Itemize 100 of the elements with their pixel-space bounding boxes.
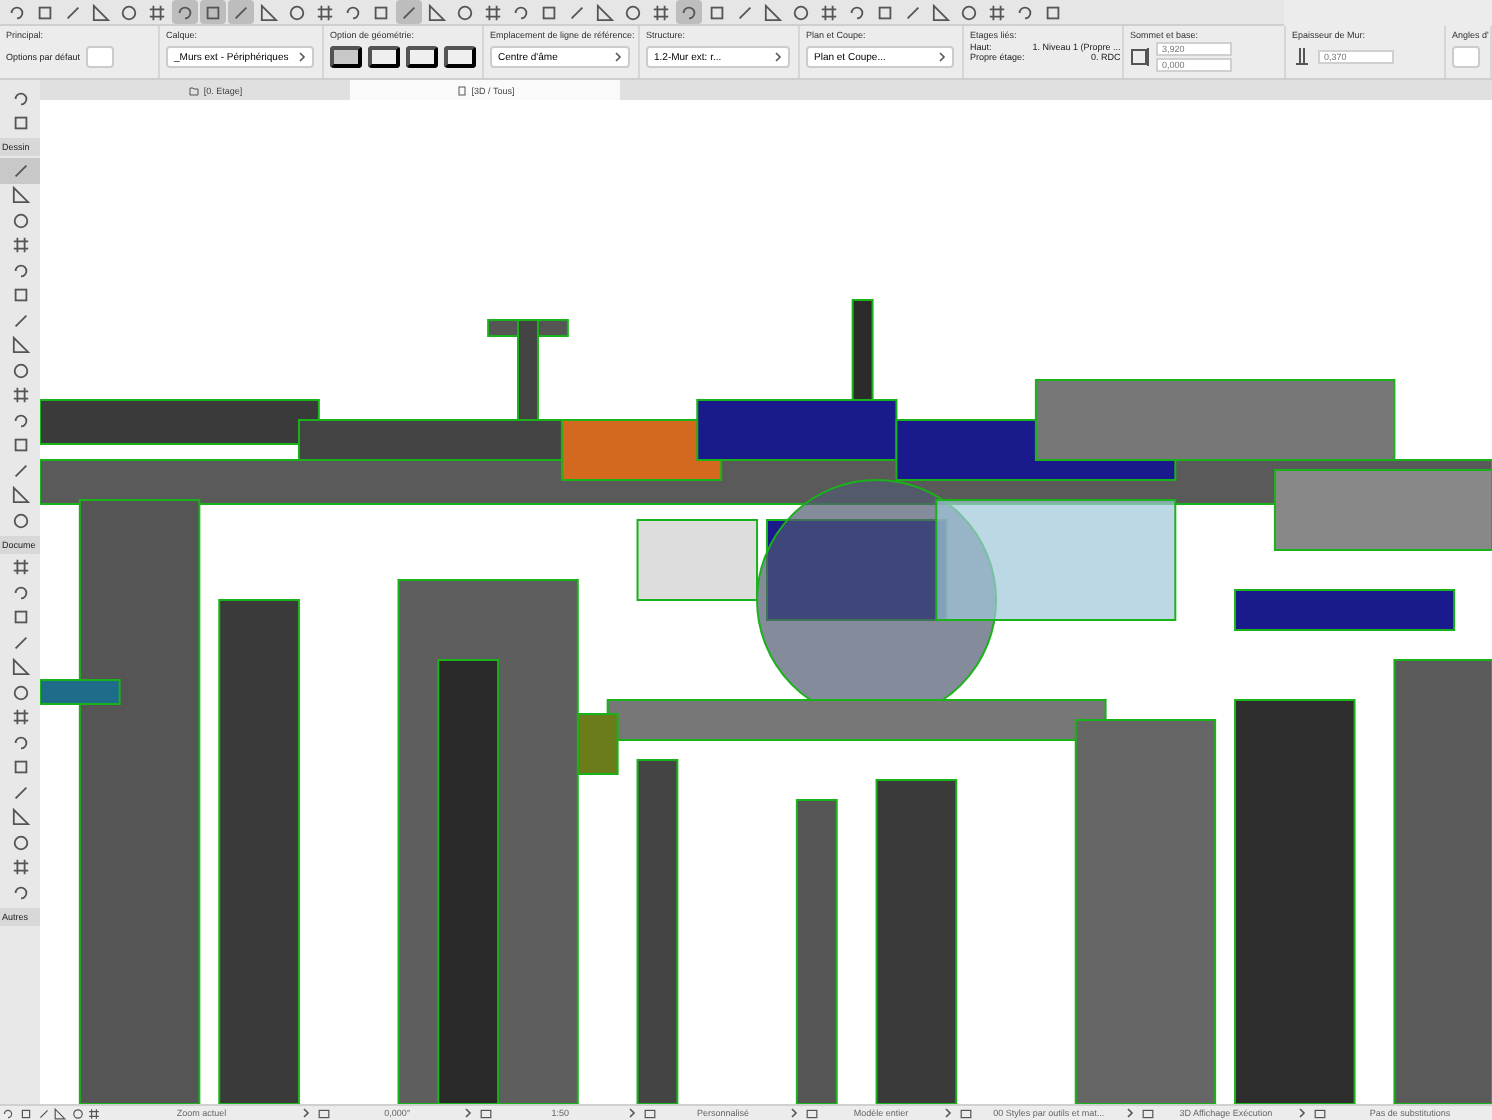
chevron-icon (627, 1108, 636, 1118)
grid-icon (988, 3, 1006, 21)
square-icon (372, 3, 390, 21)
geometry-option-button[interactable] (406, 46, 438, 68)
chevron-icon (774, 52, 782, 62)
grid-icon (11, 386, 29, 405)
line-icon (11, 161, 29, 180)
toolbar-button[interactable] (312, 0, 338, 24)
toolbar-button[interactable] (256, 0, 282, 24)
triangle-icon (932, 3, 950, 21)
toolbar-button[interactable] (676, 0, 702, 24)
toolbar-button[interactable] (396, 0, 422, 24)
triangle-icon (11, 486, 29, 505)
square-icon (1044, 3, 1062, 21)
toolbar-button[interactable] (620, 0, 646, 24)
toolbar-button[interactable] (816, 0, 842, 24)
status-icon (643, 1107, 656, 1119)
undo-button[interactable] (0, 1106, 18, 1120)
toolbar-button[interactable] (200, 0, 226, 24)
chevron-icon (790, 1108, 799, 1118)
triangle-icon (596, 3, 614, 21)
geometry-option-button[interactable] (444, 46, 476, 68)
toolbar-button[interactable] (760, 0, 786, 24)
circle-icon (792, 3, 810, 21)
triangle-icon (260, 3, 278, 21)
line-icon (232, 3, 250, 21)
grid-icon (652, 3, 670, 21)
status-icon (317, 1107, 330, 1119)
line-icon (568, 3, 586, 21)
circle-icon (624, 3, 642, 21)
circle-icon (11, 683, 29, 702)
chevron-icon (298, 52, 306, 62)
circle-icon (288, 3, 306, 21)
circle-icon (11, 833, 29, 852)
toolbar-button[interactable] (928, 0, 954, 24)
grid-icon (11, 558, 29, 577)
circle-icon (120, 3, 138, 21)
geometry-option-button[interactable] (330, 46, 362, 68)
status-icon (1314, 1107, 1327, 1119)
chevron-icon (1125, 1108, 1134, 1118)
triangle-icon (11, 336, 29, 355)
circle-icon (960, 3, 978, 21)
grid-icon (316, 3, 334, 21)
chevron-icon (301, 1108, 310, 1118)
chevron-icon (464, 1108, 473, 1118)
undo-icon (2, 1107, 15, 1119)
status-icon (959, 1107, 972, 1119)
triangle-icon (428, 3, 446, 21)
toolbar-button[interactable] (284, 0, 310, 24)
toolbar-button[interactable] (956, 0, 982, 24)
line-icon (11, 633, 29, 652)
square-icon (36, 3, 54, 21)
circle-icon (456, 3, 474, 21)
grid-icon (11, 236, 29, 255)
wall-thickness-icon (1292, 46, 1312, 66)
triangle-icon (11, 658, 29, 677)
grid-icon (820, 3, 838, 21)
chevron-icon (943, 1108, 952, 1118)
toolbar-button[interactable] (424, 0, 450, 24)
circle-icon (11, 211, 29, 230)
toolbar-button[interactable] (452, 0, 478, 24)
square-icon (204, 3, 222, 21)
square-icon (540, 3, 558, 21)
line-icon (11, 311, 29, 330)
triangle-icon (11, 808, 29, 827)
grid-icon (484, 3, 502, 21)
toolbar-button[interactable] (592, 0, 618, 24)
toolbar-button[interactable] (144, 0, 170, 24)
line-icon (11, 461, 29, 480)
square-icon (11, 436, 29, 455)
toolbar-button[interactable] (116, 0, 142, 24)
toolbar-button[interactable] (480, 0, 506, 24)
triangle-icon (92, 3, 110, 21)
grid-icon (148, 3, 166, 21)
toolbar-button[interactable] (228, 0, 254, 24)
toolbar-button[interactable] (172, 0, 198, 24)
grid-icon (11, 708, 29, 727)
line-icon (736, 3, 754, 21)
line-icon (904, 3, 922, 21)
toolbar-button[interactable] (648, 0, 674, 24)
chevron-icon (938, 52, 946, 62)
square-icon (11, 286, 29, 305)
square-icon (11, 114, 29, 133)
circle-icon (11, 361, 29, 380)
status-icon (480, 1107, 493, 1119)
toolbar-button[interactable] (88, 0, 114, 24)
square-icon (708, 3, 726, 21)
line-icon (64, 3, 82, 21)
circle-icon (11, 511, 29, 530)
line-icon (400, 3, 418, 21)
geometry-option-button[interactable] (368, 46, 400, 68)
toolbar-button[interactable] (984, 0, 1010, 24)
triangle-icon (764, 3, 782, 21)
tool-button[interactable] (0, 158, 40, 183)
square-icon (11, 608, 29, 627)
square-icon (11, 758, 29, 777)
folder-icon (187, 85, 200, 95)
chevron-icon (1298, 1108, 1307, 1118)
toolbar-button[interactable] (788, 0, 814, 24)
status-icon (1141, 1107, 1154, 1119)
